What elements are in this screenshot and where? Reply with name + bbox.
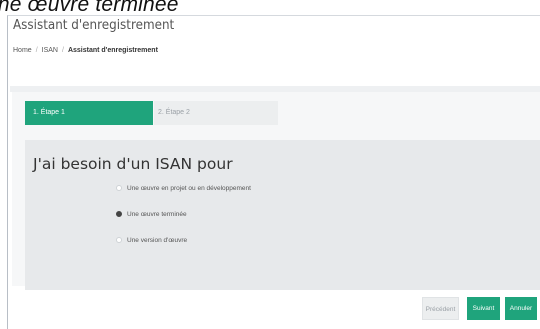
breadcrumb-isan-link[interactable]: ISAN xyxy=(42,47,58,54)
question-heading: J'ai besoin d'un ISAN pour xyxy=(33,155,233,173)
next-button[interactable]: Suivant xyxy=(467,297,500,320)
breadcrumb: Home / ISAN / Assistant d'enregistrement xyxy=(13,47,158,54)
radio-checked-icon[interactable] xyxy=(116,211,122,217)
option-label: Une œuvre en projet ou en développement xyxy=(127,184,251,192)
breadcrumb-separator: / xyxy=(61,47,64,54)
option-label: Une version d'œuvre xyxy=(127,236,188,244)
option-version[interactable]: Une version d'œuvre xyxy=(116,235,187,245)
option-finished[interactable]: Une œuvre terminée xyxy=(116,209,187,219)
breadcrumb-home-link[interactable]: Home xyxy=(13,47,32,54)
radio-unchecked-icon[interactable] xyxy=(116,237,122,243)
step-2-tab[interactable]: 2. Étape 2 xyxy=(154,101,278,125)
option-project[interactable]: Une œuvre en projet ou en développement xyxy=(116,183,251,193)
page-title: Assistant d'enregistrement xyxy=(13,18,175,33)
breadcrumb-separator: / xyxy=(35,47,38,54)
radio-unchecked-icon[interactable] xyxy=(116,185,122,191)
previous-button[interactable]: Précédent xyxy=(422,297,459,320)
breadcrumb-current: Assistant d'enregistrement xyxy=(67,47,158,54)
cancel-button[interactable]: Annuler xyxy=(505,297,537,320)
option-label: Une œuvre terminée xyxy=(127,210,187,218)
step-1-tab[interactable]: 1. Étape 1 xyxy=(25,101,153,125)
